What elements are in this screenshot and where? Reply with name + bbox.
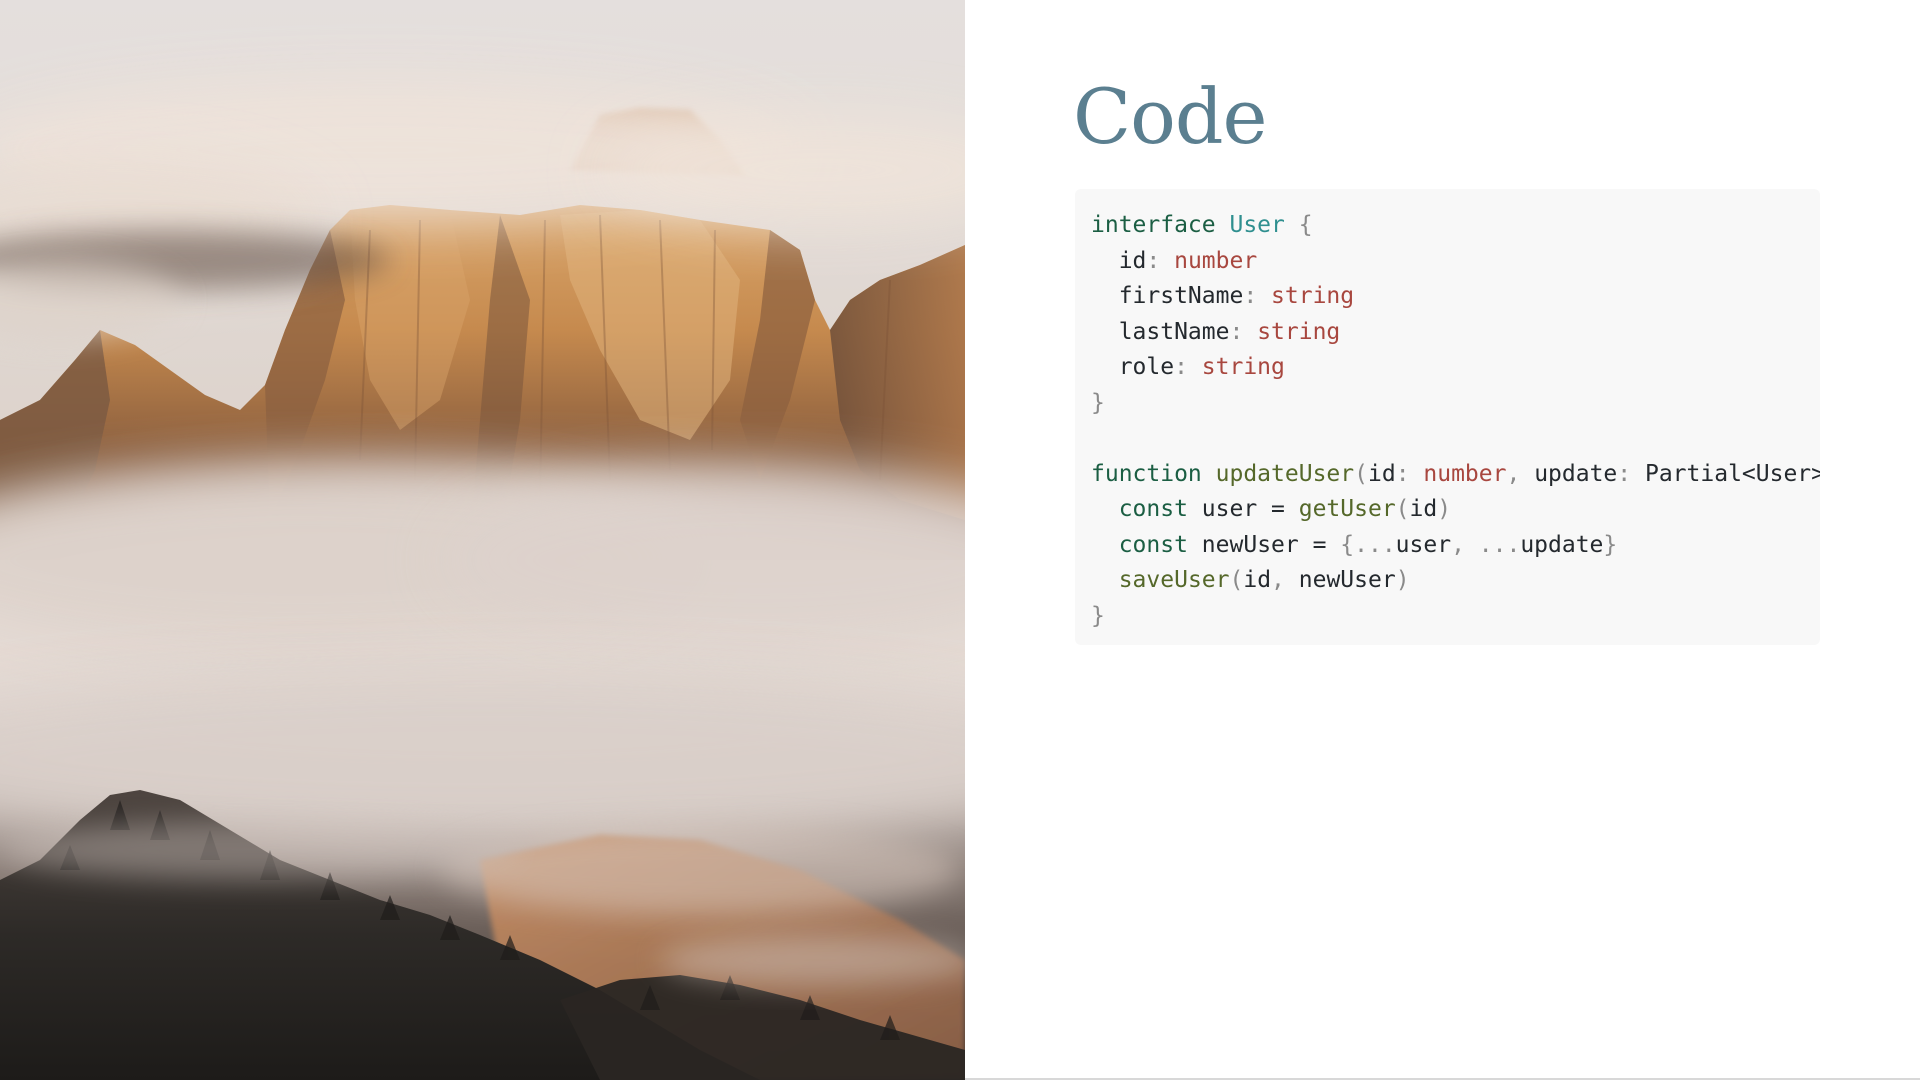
code-line: } xyxy=(1091,386,1820,422)
code-token: ) xyxy=(1437,496,1452,522)
code-line: id: number xyxy=(1091,244,1820,280)
code-token: string xyxy=(1257,318,1341,345)
code-token: updateUser xyxy=(1215,460,1355,487)
code-token: function xyxy=(1091,460,1202,487)
code-line: const newUser = {...user, ...update} xyxy=(1091,528,1820,564)
code-token: newUser = xyxy=(1187,531,1341,558)
code-block: interface User { id: number firstName: s… xyxy=(1075,189,1820,645)
code-token: user = xyxy=(1187,496,1299,522)
code-token: id xyxy=(1367,460,1396,487)
code-token: saveUser xyxy=(1118,567,1230,593)
code-token: : xyxy=(1243,283,1272,309)
code-token: number xyxy=(1423,460,1507,487)
mountain-illustration xyxy=(0,80,965,1080)
code-token: id xyxy=(1091,247,1147,274)
code-token: lastName xyxy=(1091,318,1230,345)
code-token: interface xyxy=(1091,212,1216,238)
code-token: role xyxy=(1091,354,1175,380)
code-line: role: string xyxy=(1091,350,1820,386)
slide-title: Code xyxy=(1073,72,1268,161)
code-token: } xyxy=(1091,602,1105,629)
code-token: number xyxy=(1174,247,1258,274)
code-token: update xyxy=(1534,460,1618,487)
code-line: } xyxy=(1091,599,1820,635)
code-token: ( xyxy=(1229,567,1244,593)
code-token: , xyxy=(1271,567,1299,593)
code-token: : xyxy=(1146,247,1175,274)
code-token: const xyxy=(1118,531,1188,558)
code-token: } xyxy=(1603,531,1618,558)
code-line: const user = getUser(id) xyxy=(1091,492,1820,528)
code-token: : xyxy=(1229,318,1258,345)
code-line: lastName: string xyxy=(1091,315,1820,351)
code-token: Partial<User>) { xyxy=(1644,460,1820,487)
code-token: string xyxy=(1201,354,1285,380)
code-token: { xyxy=(1284,212,1313,238)
code-token: } xyxy=(1091,389,1105,416)
code-token: : xyxy=(1174,354,1202,380)
code-token: : xyxy=(1617,460,1645,487)
code-token: firstName xyxy=(1091,283,1244,309)
code-token: : xyxy=(1395,460,1424,487)
code-token: , ... xyxy=(1451,531,1521,558)
code-token: ( xyxy=(1395,496,1410,522)
code-line: saveUser(id, newUser) xyxy=(1091,563,1820,599)
code-line: firstName: string xyxy=(1091,279,1820,315)
code-token: ) xyxy=(1395,567,1410,593)
code-token: string xyxy=(1271,283,1355,309)
mountain-photo xyxy=(0,0,965,1080)
code-line: function updateUser(id: number, update: … xyxy=(1091,457,1820,493)
slide: Code interface User { id: number firstNa… xyxy=(0,0,1920,1080)
code-token: newUser xyxy=(1298,567,1396,593)
code-token: user xyxy=(1395,531,1452,558)
code-token: id xyxy=(1409,496,1438,522)
code-token: User xyxy=(1229,212,1285,238)
code-token: id xyxy=(1243,567,1272,593)
code-token: , xyxy=(1506,460,1535,487)
code-token: update xyxy=(1520,531,1604,558)
code-token: const xyxy=(1118,496,1188,522)
code-token: getUser xyxy=(1298,496,1396,522)
code-token: ( xyxy=(1354,460,1368,487)
code-token: {... xyxy=(1340,531,1396,558)
code-line: interface User { xyxy=(1091,208,1820,244)
